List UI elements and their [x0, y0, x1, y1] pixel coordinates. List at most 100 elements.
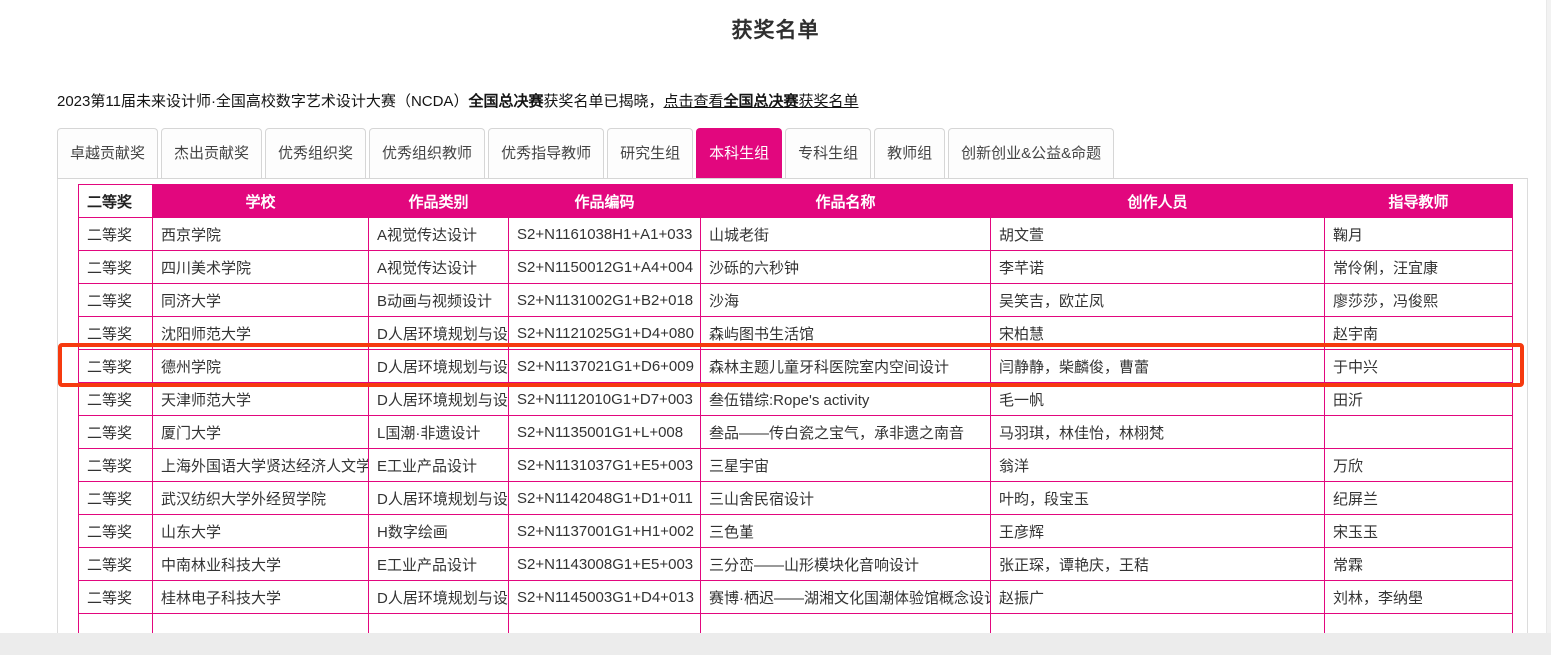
table-row: 二等奖同济大学B动画与视频设计S2+N1131002G1+B2+018沙海吴笑吉…: [79, 284, 1513, 317]
tab-3[interactable]: 优秀组织奖: [265, 128, 366, 178]
tab-9[interactable]: 教师组: [874, 128, 945, 178]
page-title: 获奖名单: [0, 14, 1551, 44]
cell-code: S2+N1131002G1+B2+018: [509, 284, 701, 317]
cell-empty: [369, 614, 509, 634]
cell-creators: 张正琛，谭艳庆，王秸: [991, 548, 1325, 581]
cell-creators: 王彦辉: [991, 515, 1325, 548]
cell-title: 沙海: [701, 284, 991, 317]
tab-1[interactable]: 卓越贡献奖: [57, 128, 158, 178]
link-bold-final: 全国总决赛: [724, 93, 799, 110]
cell-award: 二等奖: [79, 218, 153, 251]
tab-8[interactable]: 专科生组: [785, 128, 871, 178]
cell-creators: 吴笑吉，欧芷凤: [991, 284, 1325, 317]
tab-6[interactable]: 研究生组: [607, 128, 693, 178]
cell-title: 叁伍错综:Rope's activity: [701, 383, 991, 416]
cell-title: 山城老街: [701, 218, 991, 251]
tab-panel: 二等奖学校作品类别作品编码作品名称创作人员指导教师 二等奖西京学院A视觉传达设计…: [57, 179, 1528, 633]
cell-advisor: 万欣: [1325, 449, 1513, 482]
cell-category: D人居环境规划与设计: [369, 350, 509, 383]
tab-10[interactable]: 创新创业&公益&命题: [948, 128, 1114, 178]
tab-5[interactable]: 优秀指导教师: [488, 128, 604, 178]
cell-school: 四川美术学院: [153, 251, 369, 284]
tab-2[interactable]: 杰出贡献奖: [161, 128, 262, 178]
cell-title: 叁品——传白瓷之宝气，承非遗之南音: [701, 416, 991, 449]
cell-category: D人居环境规划与设计: [369, 317, 509, 350]
cell-title: 赛博·栖迟——湖湘文化国潮体验馆概念设计: [701, 581, 991, 614]
table-row: 二等奖西京学院A视觉传达设计S2+N1161038H1+A1+033山城老街胡文…: [79, 218, 1513, 251]
table-row: 二等奖沈阳师范大学D人居环境规划与设计S2+N1121025G1+D4+080森…: [79, 317, 1513, 350]
awards-table: 二等奖学校作品类别作品编码作品名称创作人员指导教师 二等奖西京学院A视觉传达设计…: [78, 184, 1513, 633]
vertical-scrollbar[interactable]: [1546, 0, 1551, 633]
cell-title: 沙砾的六秒钟: [701, 251, 991, 284]
column-header: 创作人员: [991, 185, 1325, 218]
cell-creators: 李芊诺: [991, 251, 1325, 284]
cell-empty: [991, 614, 1325, 634]
table-row: 二等奖武汉纺织大学外经贸学院D人居环境规划与设计S2+N1142048G1+D1…: [79, 482, 1513, 515]
cell-advisor: 纪屏兰: [1325, 482, 1513, 515]
column-header: 作品编码: [509, 185, 701, 218]
cell-award: 二等奖: [79, 515, 153, 548]
cell-advisor: 田沂: [1325, 383, 1513, 416]
cell-code: S2+N1137001G1+H1+002: [509, 515, 701, 548]
cell-category: E工业产品设计: [369, 449, 509, 482]
intro-text: 2023第11届未来设计师·全国高校数字艺术设计大赛（NCDA） 全国总决赛获奖名…: [57, 90, 1551, 111]
cell-empty: [1325, 614, 1513, 634]
intro-prefix: 2023第11届未来设计师·全国高校数字艺术设计大赛（NCDA）: [57, 93, 468, 110]
cell-school: 天津师范大学: [153, 383, 369, 416]
column-header: 作品名称: [701, 185, 991, 218]
table-row: 二等奖天津师范大学D人居环境规划与设计S2+N1112010G1+D7+003叁…: [79, 383, 1513, 416]
link-suffix: 获奖名单: [799, 93, 859, 110]
cell-award: 二等奖: [79, 449, 153, 482]
table-row: 二等奖德州学院D人居环境规划与设计S2+N1137021G1+D6+009森林主…: [79, 350, 1513, 383]
cell-award: 二等奖: [79, 350, 153, 383]
column-header: 指导教师: [1325, 185, 1513, 218]
cell-category: L国潮·非遗设计: [369, 416, 509, 449]
cell-code: S2+N1131037G1+E5+003: [509, 449, 701, 482]
cell-empty: [509, 614, 701, 634]
cell-award: 二等奖: [79, 317, 153, 350]
cell-category: A视觉传达设计: [369, 251, 509, 284]
cell-award: 二等奖: [79, 482, 153, 515]
cell-advisor: 常霖: [1325, 548, 1513, 581]
table-row: 二等奖四川美术学院A视觉传达设计S2+N1150012G1+A4+004沙砾的六…: [79, 251, 1513, 284]
cell-advisor: 于中兴: [1325, 350, 1513, 383]
cell-advisor: 常伶俐，汪宜康: [1325, 251, 1513, 284]
cell-code: S2+N1142048G1+D1+011: [509, 482, 701, 515]
cell-creators: 闫静静，柴麟俊，曹蕾: [991, 350, 1325, 383]
link-prefix: 点击查看: [663, 93, 723, 110]
cell-empty: [153, 614, 369, 634]
cell-school: 沈阳师范大学: [153, 317, 369, 350]
cell-creators: 赵振广: [991, 581, 1325, 614]
cell-category: H数字绘画: [369, 515, 509, 548]
award-tier-header: 二等奖: [79, 185, 153, 218]
table-row: 二等奖上海外国语大学贤达经济人文学院E工业产品设计S2+N1131037G1+E…: [79, 449, 1513, 482]
tab-7-active[interactable]: 本科生组: [696, 128, 782, 178]
cell-creators: 马羽琪，林佳怡，林栩梵: [991, 416, 1325, 449]
cell-creators: 毛一帆: [991, 383, 1325, 416]
cell-title: 三分峦——山形模块化音响设计: [701, 548, 991, 581]
cell-advisor: 赵宇南: [1325, 317, 1513, 350]
cell-advisor: [1325, 416, 1513, 449]
view-national-finals-link[interactable]: 点击查看全国总决赛获奖名单: [663, 93, 858, 110]
column-header: 学校: [153, 185, 369, 218]
table-row: 二等奖桂林电子科技大学D人居环境规划与设计S2+N1145003G1+D4+01…: [79, 581, 1513, 614]
tab-4[interactable]: 优秀组织教师: [369, 128, 485, 178]
cell-title: 三色堇: [701, 515, 991, 548]
cell-creators: 叶昀，段宝玉: [991, 482, 1325, 515]
cell-empty: [79, 614, 153, 634]
cell-title: 森屿图书生活馆: [701, 317, 991, 350]
cell-code: S2+N1161038H1+A1+033: [509, 218, 701, 251]
table-row: 二等奖中南林业科技大学E工业产品设计S2+N1143008G1+E5+003三分…: [79, 548, 1513, 581]
cell-code: S2+N1135001G1+L+008: [509, 416, 701, 449]
cell-category: A视觉传达设计: [369, 218, 509, 251]
cell-category: D人居环境规划与设计: [369, 383, 509, 416]
cell-school: 中南林业科技大学: [153, 548, 369, 581]
cell-award: 二等奖: [79, 416, 153, 449]
cell-advisor: 刘林，李纳壆: [1325, 581, 1513, 614]
cell-creators: 翁洋: [991, 449, 1325, 482]
cell-school: 厦门大学: [153, 416, 369, 449]
cell-category: E工业产品设计: [369, 548, 509, 581]
cell-code: S2+N1121025G1+D4+080: [509, 317, 701, 350]
cell-code: S2+N1137021G1+D6+009: [509, 350, 701, 383]
cell-school: 武汉纺织大学外经贸学院: [153, 482, 369, 515]
